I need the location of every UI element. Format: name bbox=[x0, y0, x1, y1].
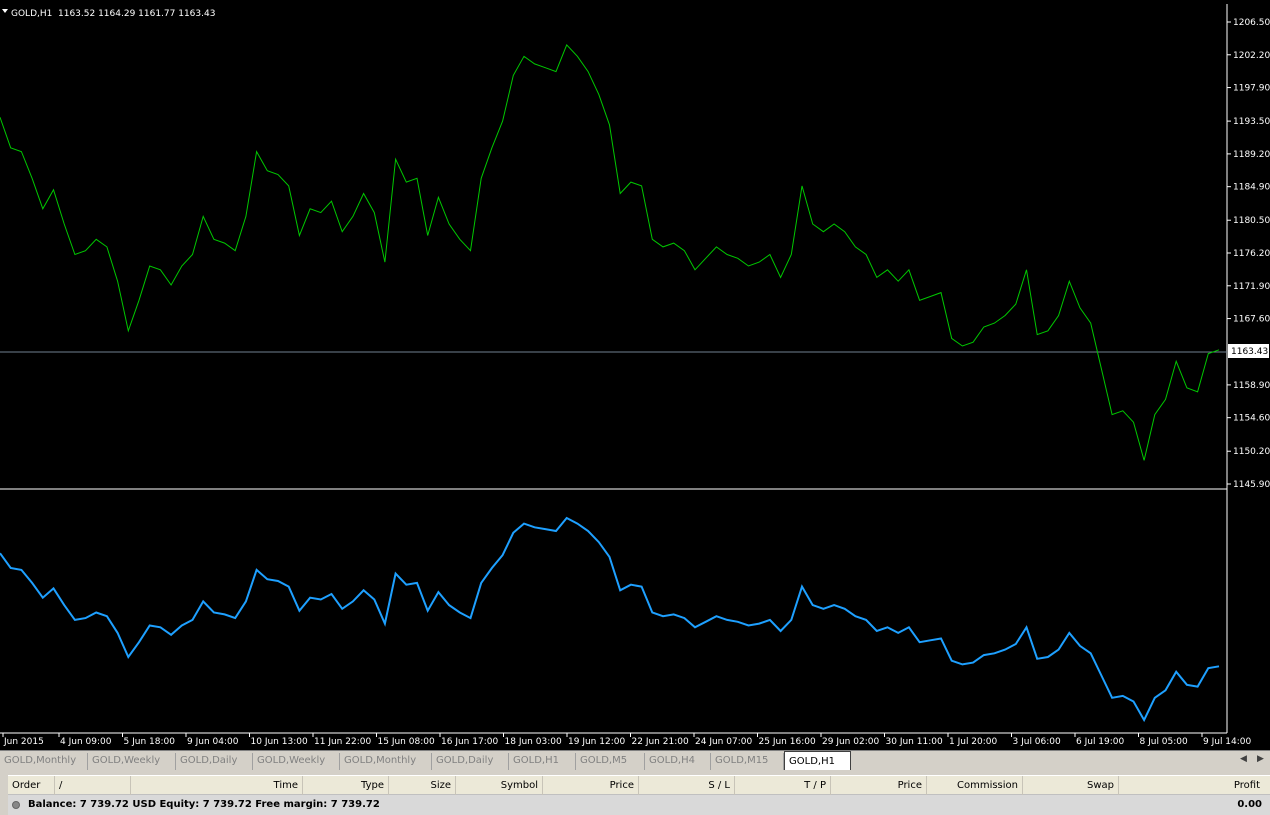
x-tick-label: 18 Jun 03:00 bbox=[505, 737, 562, 747]
x-tick-label: 1 Jul 20:00 bbox=[949, 737, 998, 747]
col-sl[interactable]: S / L bbox=[639, 776, 735, 795]
col-size[interactable]: Size bbox=[389, 776, 456, 795]
y-tick-label: 1202.20 bbox=[1233, 51, 1270, 61]
x-tick-label: 4 Jun 09:00 bbox=[60, 737, 112, 747]
tab-gold-m15[interactable]: GOLD,M15 bbox=[711, 753, 784, 770]
tab-gold-daily[interactable]: GOLD,Daily bbox=[432, 753, 509, 770]
chart-area[interactable]: 1206.50 1202.20 1197.90 1193.50 1189.20 1184.… bbox=[0, 0, 1270, 750]
x-tick-label: Jun 2015 bbox=[3, 737, 44, 747]
chart-symbol: GOLD,H1 bbox=[11, 9, 52, 19]
y-tick-label: 1145.90 bbox=[1233, 480, 1270, 490]
chart-header[interactable]: GOLD,H1 1163.52 1164.29 1161.77 1163.43 bbox=[2, 9, 215, 19]
y-tick-label: 1154.60 bbox=[1233, 414, 1270, 424]
x-tick-label: 5 Jun 18:00 bbox=[124, 737, 176, 747]
tab-gold-h4[interactable]: GOLD,H4 bbox=[645, 753, 711, 770]
col-type[interactable]: Type bbox=[303, 776, 389, 795]
current-price-text: 1163.43 bbox=[1231, 347, 1268, 357]
x-tick-label: 9 Jun 04:00 bbox=[187, 737, 239, 747]
col-symbol[interactable]: Symbol bbox=[456, 776, 543, 795]
y-tick-label: 1158.90 bbox=[1233, 381, 1270, 391]
y-tick-label: 1197.90 bbox=[1233, 84, 1270, 94]
x-tick-label: 25 Jun 16:00 bbox=[759, 737, 816, 747]
tab-gold-h1[interactable]: GOLD,H1 bbox=[509, 753, 576, 770]
tab-gold-monthly[interactable]: GOLD,Monthly bbox=[340, 753, 432, 770]
col-price[interactable]: Price bbox=[543, 776, 639, 795]
tab-gold-monthly[interactable]: GOLD,Monthly bbox=[0, 753, 88, 770]
chart-background bbox=[0, 0, 1270, 750]
balance-icon bbox=[12, 801, 20, 809]
tab-scroll-left-icon[interactable]: ◀ bbox=[1240, 754, 1247, 764]
y-tick-label: 1150.20 bbox=[1233, 447, 1270, 457]
x-tick-label: 10 Jun 13:00 bbox=[251, 737, 308, 747]
x-tick-label: 15 Jun 08:00 bbox=[378, 737, 435, 747]
price-axis: 1206.50 1202.20 1197.90 1193.50 1189.20 1184.… bbox=[1227, 18, 1270, 490]
y-tick-label: 1189.20 bbox=[1233, 150, 1270, 160]
col-order[interactable]: Order bbox=[8, 776, 55, 795]
x-tick-label: 16 Jun 17:00 bbox=[441, 737, 498, 747]
y-tick-label: 1206.50 bbox=[1233, 18, 1270, 28]
col-commission[interactable]: Commission bbox=[927, 776, 1023, 795]
col-swap[interactable]: Swap bbox=[1023, 776, 1119, 795]
tab-gold-h1[interactable]: GOLD,H1 bbox=[784, 751, 851, 771]
x-tick-label: 29 Jun 02:00 bbox=[822, 737, 879, 747]
tab-gold-weekly[interactable]: GOLD,Weekly bbox=[253, 753, 340, 770]
x-tick-label: 22 Jun 21:00 bbox=[632, 737, 689, 747]
x-tick-label: 3 Jul 06:00 bbox=[1013, 737, 1062, 747]
col-profit[interactable]: Profit bbox=[1119, 776, 1264, 795]
col-sort-indicator[interactable]: / bbox=[55, 776, 131, 795]
total-profit: 0.00 bbox=[1237, 799, 1262, 810]
x-tick-label: 8 Jul 05:00 bbox=[1140, 737, 1189, 747]
terminal-left-strip bbox=[0, 775, 8, 815]
x-tick-label: 9 Jul 14:00 bbox=[1203, 737, 1252, 747]
y-tick-label: 1171.90 bbox=[1233, 282, 1270, 292]
x-tick-label: 6 Jul 19:00 bbox=[1076, 737, 1125, 747]
tab-scroll-right-icon[interactable]: ▶ bbox=[1257, 754, 1264, 764]
account-summary-text: Balance: 7 739.72 USD Equity: 7 739.72 F… bbox=[28, 799, 380, 810]
y-tick-label: 1180.50 bbox=[1233, 216, 1270, 226]
x-tick-label: 19 Jun 12:00 bbox=[568, 737, 625, 747]
col-close-price[interactable]: Price bbox=[831, 776, 927, 795]
chart-tabs-bar: GOLD,Monthly GOLD,Weekly GOLD,Daily GOLD,We… bbox=[0, 750, 1270, 771]
x-tick-label: 30 Jun 11:00 bbox=[886, 737, 943, 747]
chart-ohlc: 1163.52 1164.29 1161.77 1163.43 bbox=[58, 9, 215, 19]
tab-gold-m5[interactable]: GOLD,M5 bbox=[576, 753, 645, 770]
y-tick-label: 1184.90 bbox=[1233, 183, 1270, 193]
col-time[interactable]: Time bbox=[131, 776, 303, 795]
terminal-header: Order / Time Type Size Symbol Price S / … bbox=[0, 775, 1270, 795]
x-tick-label: 24 Jun 07:00 bbox=[695, 737, 752, 747]
y-tick-label: 1193.50 bbox=[1233, 117, 1270, 127]
tab-gold-weekly[interactable]: GOLD,Weekly bbox=[88, 753, 176, 770]
tab-gold-daily[interactable]: GOLD,Daily bbox=[176, 753, 253, 770]
y-tick-label: 1167.60 bbox=[1233, 315, 1270, 325]
x-tick-label: 11 Jun 22:00 bbox=[314, 737, 371, 747]
account-summary-row[interactable]: Balance: 7 739.72 USD Equity: 7 739.72 F… bbox=[0, 795, 1270, 815]
current-price-label: 1163.43 bbox=[1228, 344, 1269, 358]
y-tick-label: 1176.20 bbox=[1233, 249, 1270, 259]
col-tp[interactable]: T / P bbox=[735, 776, 831, 795]
